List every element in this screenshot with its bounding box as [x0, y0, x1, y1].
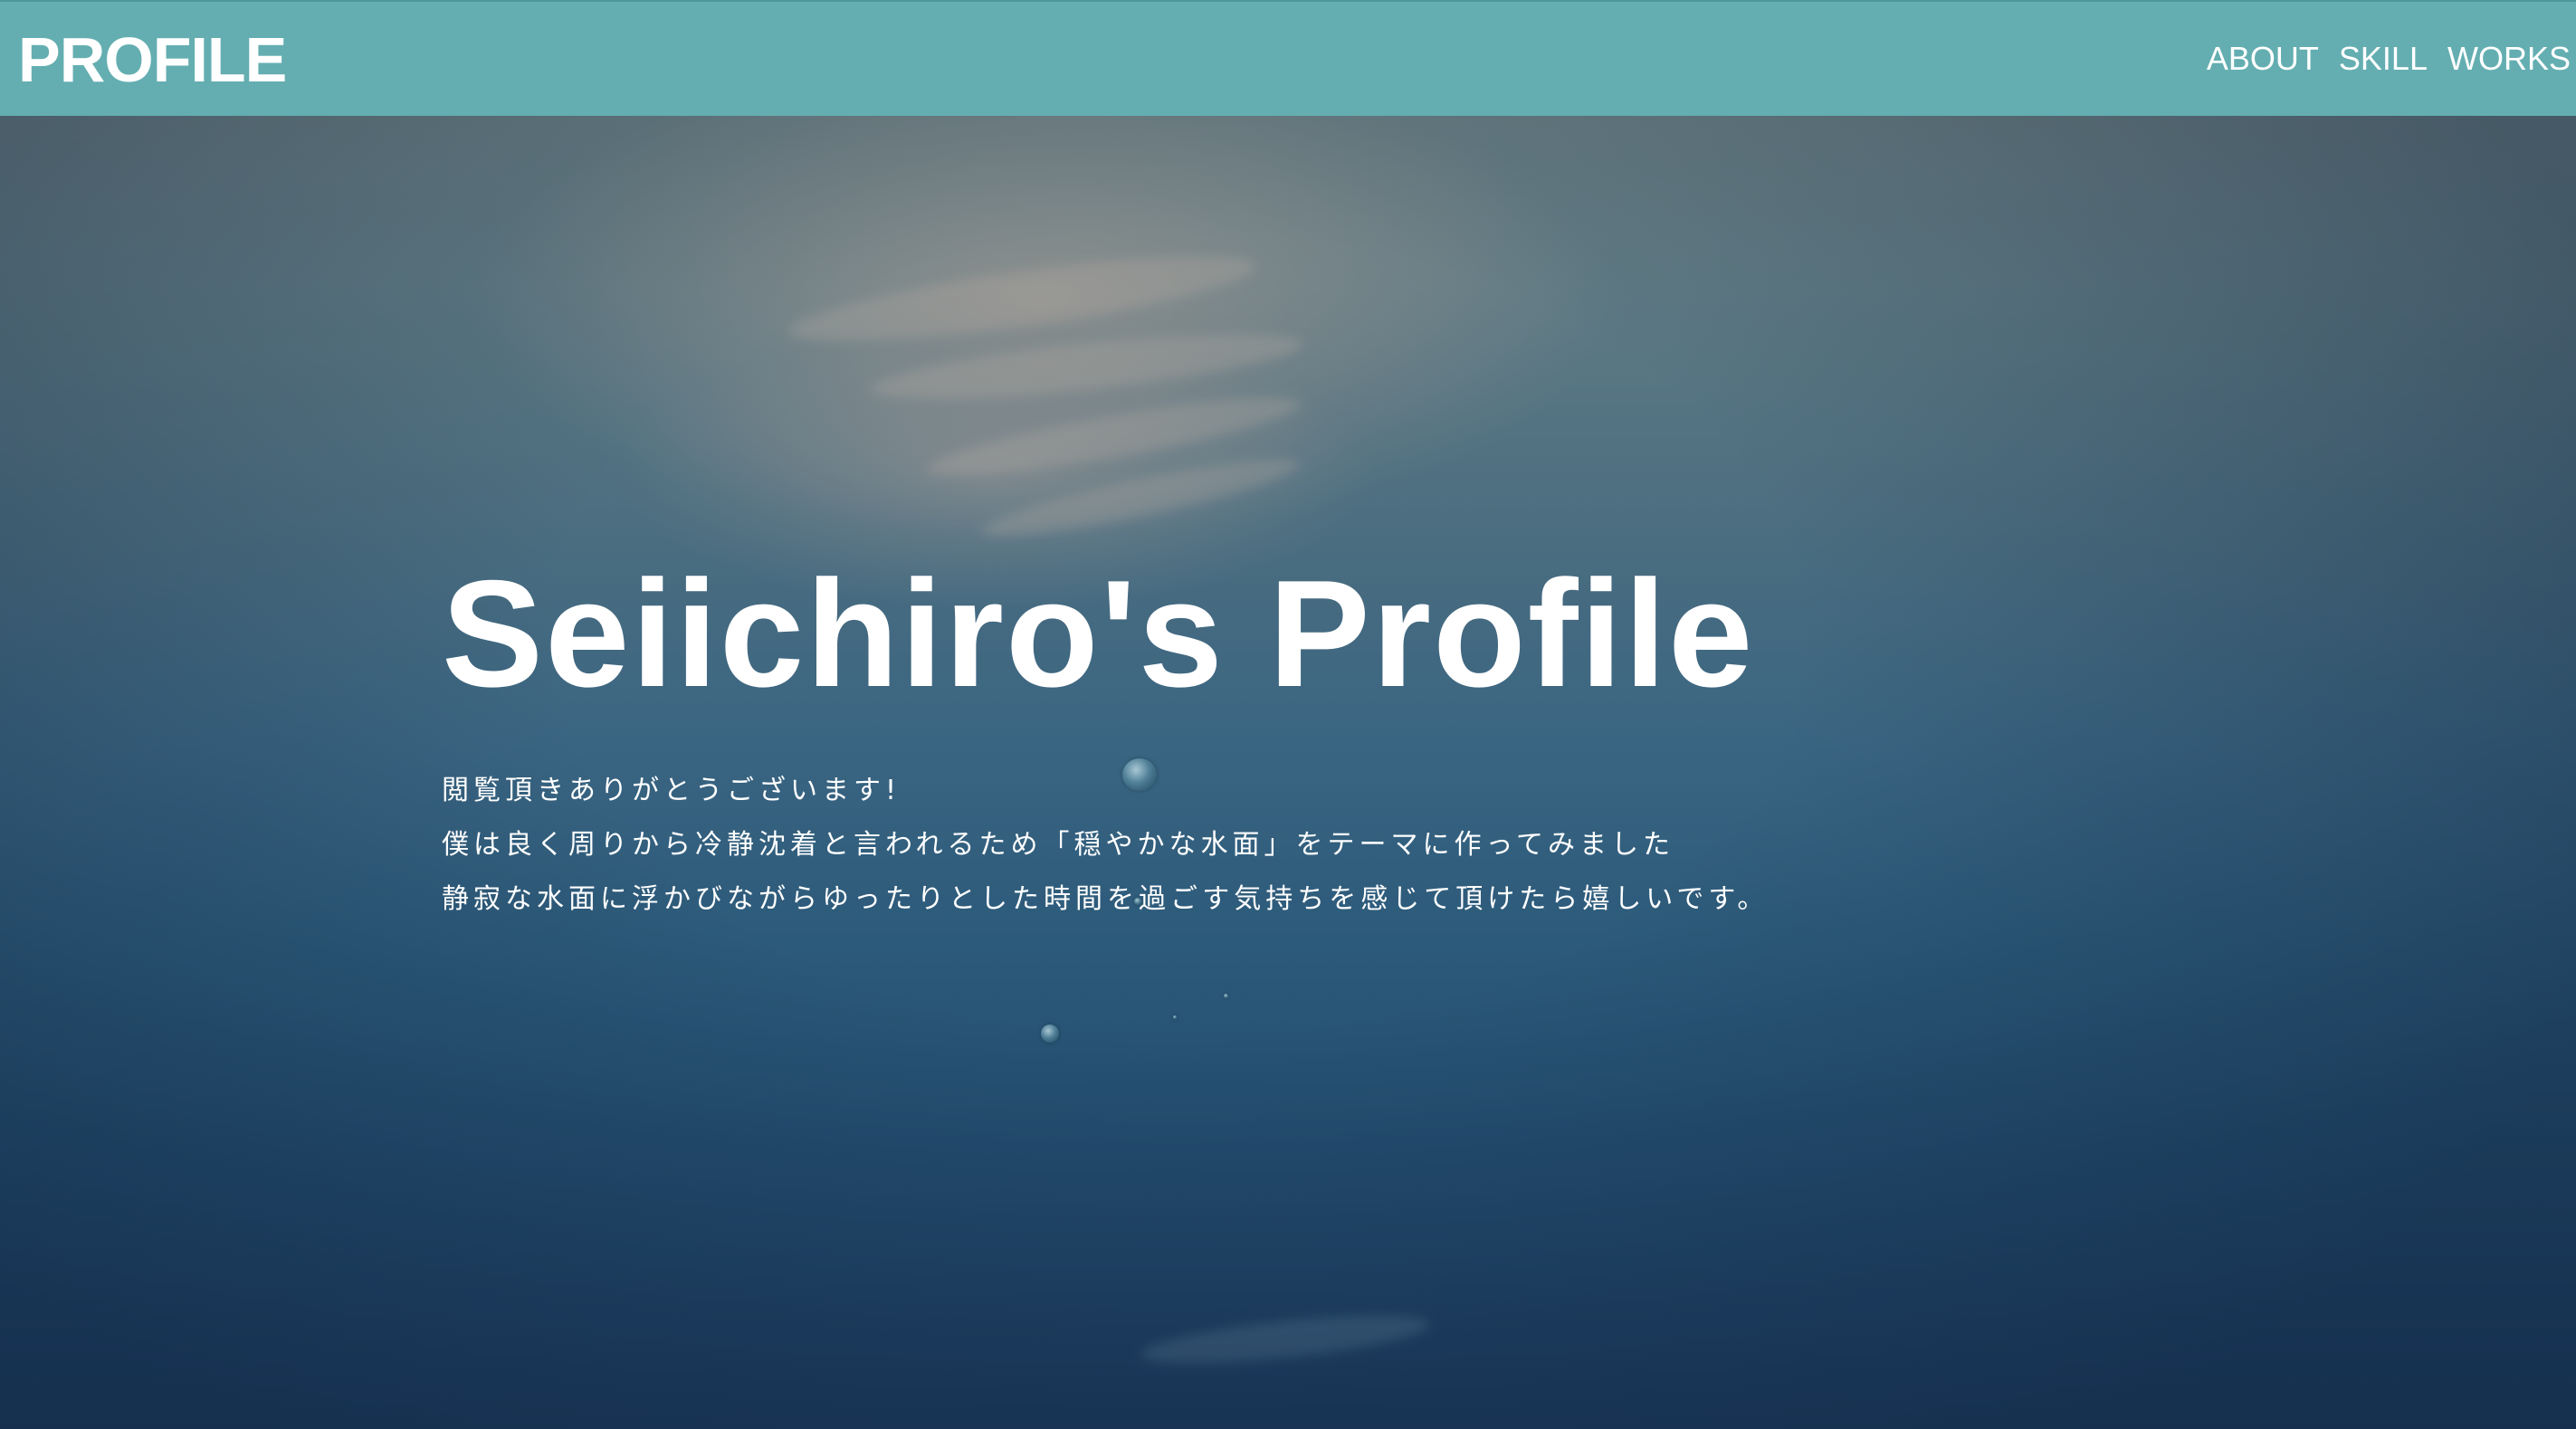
water-ripple	[1139, 1306, 1432, 1373]
site-header: PROFILE ABOUT SKILL WORKS	[0, 0, 2576, 116]
hero-line: 静寂な水面に浮かびながらゆったりとした時間を過ごす気持ちを感じて頂けたら嬉しいで…	[442, 883, 1770, 915]
page: PROFILE ABOUT SKILL WORKS Seiichiro's Pr…	[0, 0, 2576, 1429]
hero-section: Seiichiro's Profile 閲覧頂きありがとうございます! 僕は良く…	[442, 554, 1980, 927]
hero-line: 僕は良く周りから冷静沈着と言われるため「穏やかな水面」をテーマに作ってみました	[442, 829, 1674, 861]
nav-link-about[interactable]: ABOUT	[2207, 36, 2319, 81]
water-droplet	[1173, 1015, 1177, 1019]
site-logo[interactable]: PROFILE	[18, 24, 287, 96]
main-nav: ABOUT SKILL WORKS	[2207, 36, 2571, 81]
water-droplet	[1041, 1024, 1059, 1043]
hero-line: 閲覧頂きありがとうございます!	[442, 775, 902, 806]
hero-description: 閲覧頂きありがとうございます! 僕は良く周りから冷静沈着と言われるため「穏やかな…	[442, 764, 1980, 927]
water-droplet	[1224, 994, 1228, 998]
nav-link-works[interactable]: WORKS	[2447, 36, 2571, 81]
nav-link-skill[interactable]: SKILL	[2339, 36, 2428, 81]
hero-title: Seiichiro's Profile	[442, 548, 1755, 719]
